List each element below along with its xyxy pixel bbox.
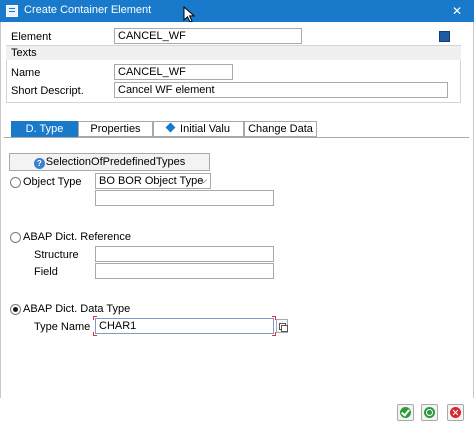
close-button[interactable]: ✕	[440, 0, 474, 22]
tab-properties[interactable]: Properties	[78, 121, 153, 137]
texts-group-header: Texts	[6, 45, 461, 60]
object-type-select-value: BO BOR Object Type	[99, 175, 204, 187]
help-icon: ?	[33, 158, 45, 169]
object-type-label: Object Type	[23, 176, 82, 188]
object-type-radio[interactable]	[10, 177, 21, 188]
short-description-label: Short Descript.	[11, 85, 84, 97]
tab-initial-value-label: Initial Valu	[180, 123, 230, 135]
field-label: Field	[34, 266, 58, 278]
element-field[interactable]: CANCEL_WF	[114, 28, 302, 44]
checkmark-icon	[400, 407, 411, 418]
field-field[interactable]	[95, 263, 274, 279]
type-name-label: Type Name	[34, 321, 91, 333]
tab-properties-label: Properties	[90, 123, 141, 135]
value-help-icon[interactable]	[276, 319, 288, 333]
object-type-field[interactable]	[95, 190, 274, 206]
focus-corner	[93, 332, 97, 336]
tab-d-type[interactable]: D. Type	[11, 121, 78, 137]
window-icon	[6, 5, 18, 17]
object-type-select[interactable]: BO BOR Object Type ⌵	[95, 173, 211, 189]
window-title: Create Container Element	[24, 4, 152, 16]
structure-label: Structure	[34, 249, 79, 261]
diamond-icon	[165, 122, 176, 133]
texts-group-title: Texts	[11, 47, 37, 59]
element-label: Element	[11, 31, 52, 43]
selection-of-predefined-types-button[interactable]: ? SelectionOfPredefinedTypes	[9, 153, 210, 171]
abap-dict-reference-radio[interactable]	[10, 232, 21, 243]
abap-dict-data-type-radio[interactable]	[10, 304, 21, 315]
check-button[interactable]	[421, 404, 438, 421]
structure-field[interactable]	[95, 246, 274, 262]
title-bar: Create Container Element ✕	[0, 0, 474, 22]
type-name-field[interactable]: CHAR1	[95, 318, 274, 334]
name-field[interactable]: CANCEL_WF	[114, 64, 233, 80]
chevron-down-icon: ⌵	[200, 175, 207, 185]
focus-corner	[93, 316, 97, 320]
name-label: Name	[11, 67, 41, 79]
tab-change-data[interactable]: Change Data	[244, 121, 317, 137]
short-description-field[interactable]: Cancel WF element	[114, 82, 448, 98]
tab-initial-value[interactable]: Initial Valu	[153, 121, 244, 137]
selection-button-label: SelectionOfPredefinedTypes	[45, 156, 186, 168]
tab-change-data-label: Change Data	[248, 123, 313, 135]
element-status-icon[interactable]	[439, 31, 450, 42]
abap-dict-reference-label: ABAP Dict. Reference	[23, 231, 132, 243]
cancel-icon	[450, 407, 461, 418]
cancel-button[interactable]	[447, 404, 464, 421]
abap-dict-data-type-label: ABAP Dict. Data Type	[23, 303, 131, 315]
tab-d-type-label: D. Type	[25, 123, 64, 135]
check-entries-icon	[424, 407, 435, 418]
ok-button[interactable]	[397, 404, 414, 421]
